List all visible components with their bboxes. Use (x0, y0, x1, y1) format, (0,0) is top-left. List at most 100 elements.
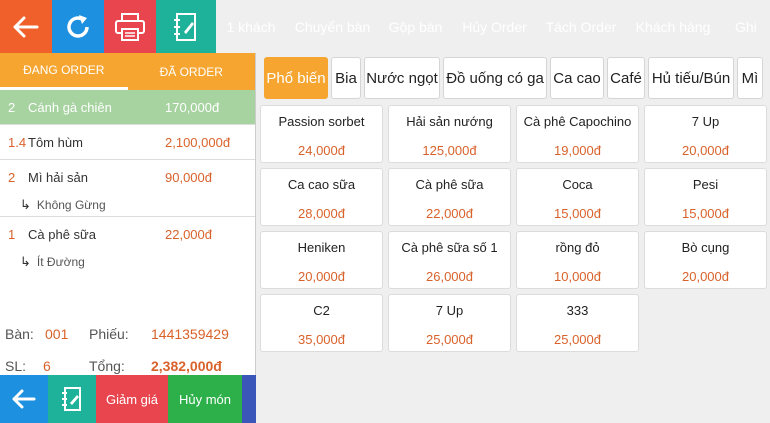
menu-item-price: 125,000đ (422, 143, 477, 158)
order-row[interactable]: 1.4 Tôm hùm 2,100,000đ (0, 125, 255, 160)
discount-button[interactable]: Giảm giá (96, 375, 168, 423)
menu-item[interactable]: Passion sorbet 24,000đ (260, 105, 383, 163)
category-label: Đồ uống có ga (446, 69, 544, 87)
menu-item[interactable]: Cà phê sữa 22,000đ (388, 168, 511, 226)
cancel-item-button[interactable]: Hủy món (168, 375, 242, 423)
merge-table-label: Gộp bàn (388, 18, 443, 35)
transfer-table-button[interactable]: Chuyển bàn (286, 0, 379, 53)
order-qty: 2 (8, 99, 16, 115)
table-label: Bàn: (5, 326, 34, 342)
category-tab[interactable]: Đồ uống có ga (443, 57, 547, 99)
cancel-item-label: Hủy món (178, 391, 232, 407)
note-arrow-icon: ↳ (20, 254, 31, 269)
order-name: Cánh gà chiên (28, 99, 112, 115)
menu-item-name: 7 Up (691, 114, 720, 129)
bottom-back-button[interactable] (0, 375, 48, 423)
guests-button[interactable]: 1 khách (216, 0, 286, 53)
menu-item[interactable]: Cà phê sữa số 1 26,000đ (388, 231, 511, 289)
menu-item[interactable]: 7 Up 20,000đ (644, 105, 767, 163)
order-note-text: Ít Đường (36, 255, 85, 269)
customer-button[interactable]: Khách hàng (625, 0, 721, 53)
order-row[interactable]: 2 Mì hải sản 90,000đ ↳ Không Gừng (0, 160, 255, 217)
notebook-icon (62, 387, 81, 411)
more-actions-button[interactable] (242, 375, 256, 423)
category-tab[interactable]: Bia (331, 57, 361, 99)
menu-item-name: Cà phê sữa số 1 (401, 240, 498, 255)
tab-ordered-label: ĐÃ ORDER (159, 64, 223, 79)
menu-item-name: C2 (313, 303, 330, 318)
menu-item-name: Coca (562, 177, 593, 192)
menu-item-price: 15,000đ (554, 206, 601, 221)
category-tab[interactable]: Phổ biến (264, 57, 328, 99)
menu-panel: Phổ biến Bia Nước ngọt Đồ uống có ga Ca … (258, 53, 770, 423)
menu-item-price: 20,000đ (298, 269, 345, 284)
refresh-button[interactable] (52, 0, 104, 53)
note-text-button[interactable]: Ghi n (721, 0, 761, 53)
order-panel: ĐANG ORDER ĐÃ ORDER 2 Cánh gà chiên 170,00… (0, 53, 256, 423)
back-arrow-icon (12, 389, 36, 409)
menu-item[interactable]: rồng đỏ 10,000đ (516, 231, 639, 289)
back-button[interactable] (0, 0, 52, 53)
note-button[interactable] (156, 0, 216, 53)
print-button[interactable] (104, 0, 156, 53)
order-list: 2 Cánh gà chiên 170,000đ 1.4 Tôm hùm 2,100,0… (0, 90, 255, 273)
category-label: Mì (741, 69, 759, 87)
menu-item-price: 19,000đ (554, 143, 601, 158)
notebook-icon (174, 12, 196, 41)
total-value: 2,382,000đ (151, 358, 222, 374)
order-qty: 2 (8, 169, 16, 185)
merge-table-button[interactable]: Gộp bàn (379, 0, 452, 53)
menu-item-price: 15,000đ (682, 206, 729, 221)
category-tab[interactable]: Hủ tiếu/Bún (648, 57, 734, 99)
count-value: 6 (43, 358, 51, 374)
discount-label: Giảm giá (105, 391, 159, 407)
category-tab[interactable]: Nước ngọt (364, 57, 440, 99)
menu-item[interactable]: Cà phê Capochino 19,000đ (516, 105, 639, 163)
order-qty: 1.4 (8, 134, 27, 150)
printer-icon (115, 12, 145, 41)
category-label: Café (610, 69, 642, 87)
category-label: Ca cao (553, 69, 601, 87)
order-tabs: ĐANG ORDER ĐÃ ORDER (0, 53, 255, 90)
guests-label: 1 khách (226, 18, 276, 35)
category-label: Hủ tiếu/Bún (651, 69, 731, 87)
bottom-note-button[interactable] (48, 375, 96, 423)
split-order-label: Tách Order (545, 18, 617, 35)
order-row[interactable]: 1 Cà phê sữa 22,000đ ↳ Ít Đường (0, 217, 255, 273)
tab-current-order[interactable]: ĐANG ORDER (0, 53, 128, 90)
menu-item-price: 20,000đ (682, 269, 729, 284)
order-name: Cà phê sữa (28, 226, 96, 242)
ticket-label: Phiếu: (89, 326, 129, 342)
tab-ordered[interactable]: ĐÃ ORDER (128, 53, 256, 90)
menu-item[interactable]: 333 25,000đ (516, 294, 639, 352)
menu-item-name: Bò cụng (681, 240, 730, 255)
order-price: 170,000đ (165, 99, 220, 115)
menu-item[interactable]: Hải sản nướng 125,000đ (388, 105, 511, 163)
note-arrow-icon: ↳ (20, 197, 31, 212)
order-price: 22,000đ (165, 226, 212, 242)
menu-item[interactable]: Bò cụng 20,000đ (644, 231, 767, 289)
category-label: Phổ biến (266, 69, 326, 87)
cancel-order-button[interactable]: Hủy Order (452, 0, 537, 53)
menu-item[interactable]: Ca cao sữa 28,000đ (260, 168, 383, 226)
split-order-button[interactable]: Tách Order (537, 0, 625, 53)
menu-item-price: 22,000đ (426, 206, 473, 221)
category-tab[interactable]: Café (607, 57, 645, 99)
menu-item-price: 10,000đ (554, 269, 601, 284)
menu-item[interactable]: C2 35,000đ (260, 294, 383, 352)
menu-item[interactable]: Heniken 20,000đ (260, 231, 383, 289)
order-price: 2,100,000đ (165, 134, 231, 150)
menu-item[interactable]: Coca 15,000đ (516, 168, 639, 226)
category-tab[interactable]: Mì (737, 57, 763, 99)
order-name: Tôm hùm (28, 134, 83, 150)
menu-item[interactable]: Pesi 15,000đ (644, 168, 767, 226)
menu-item-price: 28,000đ (298, 206, 345, 221)
order-qty: 1 (8, 226, 16, 242)
menu-item-name: Heniken (297, 240, 346, 255)
back-arrow-icon (13, 16, 39, 37)
menu-item[interactable]: 7 Up 25,000đ (388, 294, 511, 352)
order-note: ↳ Ít Đường (0, 251, 255, 273)
category-tab[interactable]: Ca cao (550, 57, 604, 99)
menu-item-price: 20,000đ (682, 143, 729, 158)
order-row[interactable]: 2 Cánh gà chiên 170,000đ (0, 90, 255, 125)
